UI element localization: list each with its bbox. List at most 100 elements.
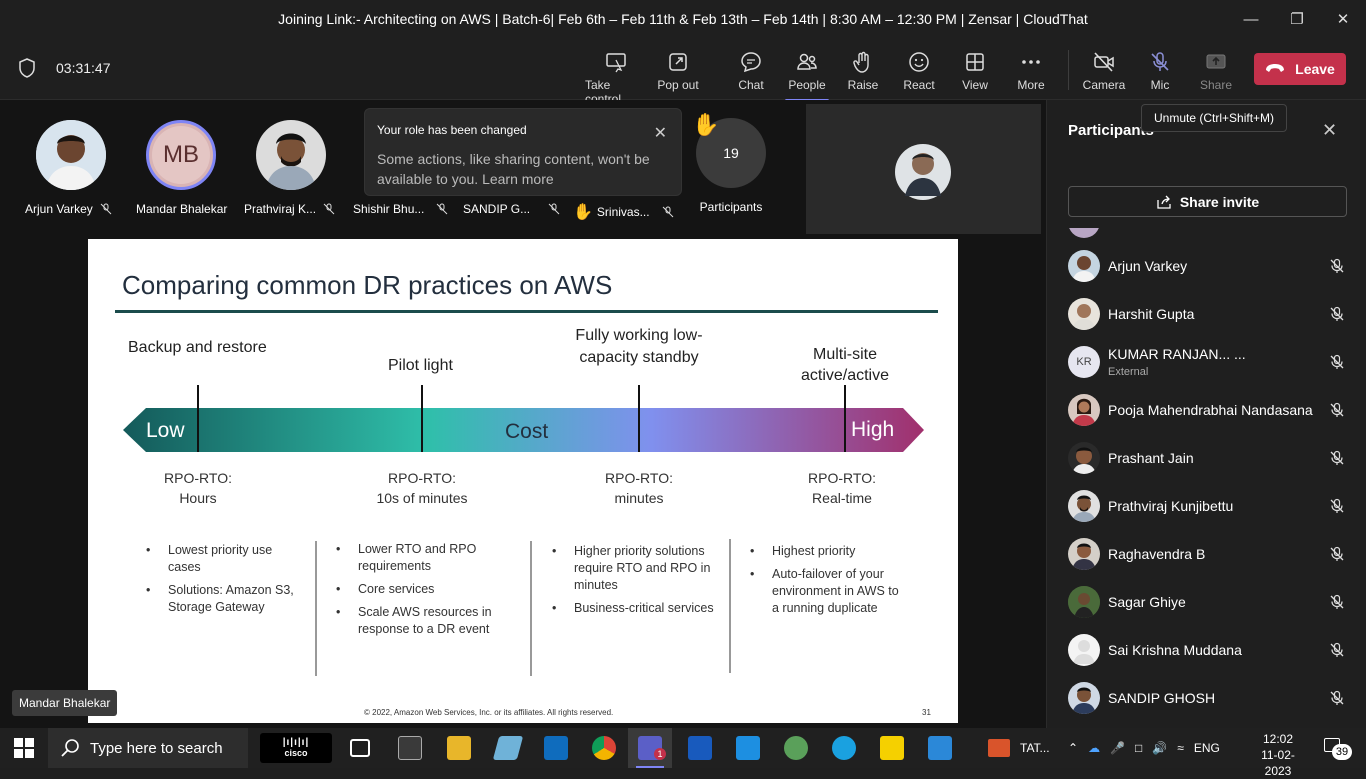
close-icon[interactable]: ✕ bbox=[654, 123, 667, 143]
globe-icon[interactable] bbox=[784, 736, 808, 760]
notification-center[interactable]: 39 bbox=[1322, 738, 1352, 760]
list-item[interactable]: Pooja Mahendrabhai Nandasana bbox=[1047, 386, 1366, 434]
sticky-notes-icon[interactable] bbox=[880, 736, 904, 760]
raise-hand-button[interactable]: Raise bbox=[833, 50, 893, 92]
clock-date: 11-02-2023 bbox=[1261, 748, 1295, 778]
list-item[interactable]: Sai Krishna Muddana bbox=[1047, 626, 1366, 674]
mic-off-icon bbox=[1330, 498, 1344, 513]
chrome-icon[interactable] bbox=[592, 736, 616, 760]
meeting-stage: MB Arjun Varkey Mandar Bhalekar Prathvir… bbox=[0, 100, 1046, 728]
toast-body[interactable]: Some actions, like sharing content, won'… bbox=[377, 149, 669, 189]
windows-start-icon[interactable] bbox=[14, 738, 34, 758]
mic-off-icon bbox=[1330, 690, 1344, 705]
list-item[interactable]: KR KUMAR RANJAN... ... External bbox=[1047, 338, 1366, 386]
avatar-mandar-bhalekar[interactable]: MB bbox=[146, 120, 216, 190]
share-button[interactable]: Share bbox=[1186, 50, 1246, 92]
presenter-name-badge: Mandar Bhalekar bbox=[12, 690, 118, 716]
system-tray[interactable]: ⌃ ☁ 🎤 □ 🔊 ≈ ENG bbox=[1068, 728, 1220, 768]
taskbar-search[interactable]: Type here to search bbox=[48, 728, 248, 768]
view-button[interactable]: View bbox=[945, 50, 1005, 92]
bullet-list: • Highest priority • Auto-failover of your… bbox=[750, 543, 900, 617]
video-tile[interactable] bbox=[806, 104, 1041, 234]
share-screen-icon bbox=[1206, 54, 1226, 69]
taskbar-clock[interactable]: 12:02 11-02-2023 bbox=[1252, 731, 1304, 779]
mic-off-icon bbox=[662, 206, 673, 218]
react-button[interactable]: React bbox=[889, 50, 949, 92]
volume-icon: 🔊 bbox=[1152, 741, 1168, 755]
participants-label: Participants bbox=[699, 200, 763, 214]
more-button[interactable]: More bbox=[1001, 50, 1061, 92]
window-title: Joining Link:- Architecting on AWS | Bat… bbox=[278, 11, 1088, 27]
participant-name: Raghavendra B bbox=[1108, 546, 1206, 562]
raise-hand-icon bbox=[853, 51, 869, 73]
avatar bbox=[1068, 634, 1100, 666]
list-item[interactable]: Prathviraj Kunjibettu bbox=[1047, 482, 1366, 530]
wifi-icon: ≈ bbox=[1177, 741, 1184, 755]
rpo-rto: RPO-RTO: Real-time bbox=[808, 470, 876, 506]
take-control-button[interactable]: Take control bbox=[585, 50, 647, 106]
mic-off-icon bbox=[1330, 402, 1344, 417]
bullet-item: • Auto-failover of your environment in AW… bbox=[750, 567, 899, 615]
gallery-name-arjun: Arjun Varkey bbox=[25, 202, 112, 216]
participants-panel: Participants ✕ Share invite Arjun Varkey… bbox=[1046, 100, 1366, 728]
task-view-icon[interactable] bbox=[350, 739, 370, 757]
word-icon[interactable] bbox=[688, 736, 712, 760]
bullet-list: • Lowest priority use cases • Solutions: A… bbox=[146, 542, 296, 616]
restore-icon[interactable]: ❐ bbox=[1274, 0, 1320, 38]
gallery-name-sandip: SANDIP G... bbox=[463, 202, 560, 216]
language-indicator: ENG bbox=[1193, 741, 1220, 755]
mic-off-icon bbox=[1330, 450, 1344, 465]
arrow-high-label: High bbox=[851, 418, 894, 441]
participant-name: KUMAR RANJAN... ... bbox=[1108, 346, 1246, 362]
chat-button[interactable]: Chat bbox=[721, 50, 781, 92]
mic-off-icon bbox=[1330, 354, 1344, 369]
terminal-icon[interactable] bbox=[398, 736, 422, 760]
teams-taskbar-button[interactable]: 1 bbox=[628, 728, 672, 768]
avatar-arjun-varkey[interactable] bbox=[36, 120, 106, 190]
list-item[interactable]: Arjun Varkey bbox=[1047, 242, 1366, 290]
minimize-icon[interactable]: — bbox=[1228, 0, 1274, 38]
window-controls: — ❐ ✕ bbox=[1228, 0, 1366, 38]
participant-name: SANDIP GHOSH bbox=[1108, 690, 1216, 706]
list-item[interactable]: Raghavendra B bbox=[1047, 530, 1366, 578]
person-photo-icon bbox=[36, 120, 106, 190]
chat-icon bbox=[741, 52, 761, 73]
close-icon[interactable]: ✕ bbox=[1322, 120, 1337, 141]
avatar bbox=[1068, 250, 1100, 282]
photos-icon[interactable] bbox=[928, 736, 952, 760]
toolbar-divider bbox=[1068, 50, 1069, 90]
notepad-icon[interactable] bbox=[492, 736, 524, 760]
mic-off-icon bbox=[1330, 258, 1344, 273]
camera-button[interactable]: Camera bbox=[1074, 50, 1134, 92]
file-explorer-icon[interactable] bbox=[447, 736, 471, 760]
edge-icon[interactable] bbox=[832, 736, 856, 760]
search-placeholder: Type here to search bbox=[90, 739, 223, 757]
participants-list: Arjun Varkey Harshit Gupta KR KUMAR RANJ… bbox=[1047, 228, 1366, 728]
mic-off-icon bbox=[437, 203, 448, 215]
avatar: KR bbox=[1068, 346, 1100, 378]
mic-off-icon bbox=[548, 203, 560, 215]
avatar-prathviraj[interactable] bbox=[256, 120, 326, 190]
list-item[interactable]: Prashant Jain bbox=[1047, 434, 1366, 482]
close-icon[interactable]: ✕ bbox=[1320, 0, 1366, 38]
cisco-app-icon[interactable]: |ı|ı|ı| cisco bbox=[260, 733, 332, 763]
take-control-icon bbox=[606, 53, 626, 73]
people-button[interactable]: People bbox=[777, 50, 837, 102]
slide-footer: © 2022, Amazon Web Services, Inc. or its… bbox=[364, 708, 614, 717]
pop-out-button[interactable]: Pop out bbox=[648, 50, 708, 92]
bullet-item: • Higher priority solutions require RTO a… bbox=[552, 544, 711, 592]
tata-icon bbox=[988, 739, 1010, 757]
share-invite-button[interactable]: Share invite bbox=[1068, 186, 1347, 217]
outlook-icon[interactable] bbox=[544, 736, 568, 760]
bullet-item: • Scale AWS resources in response to a DR… bbox=[336, 605, 492, 636]
mic-button[interactable]: Mic bbox=[1130, 50, 1190, 92]
leave-button[interactable]: Leave bbox=[1254, 53, 1346, 85]
mic-tooltip: Unmute (Ctrl+Shift+M) bbox=[1141, 104, 1288, 132]
mail-icon[interactable] bbox=[736, 736, 760, 760]
list-item[interactable]: Sagar Ghiye bbox=[1047, 578, 1366, 626]
gallery-name-srinivas: ✋ Srinivas... bbox=[573, 202, 674, 222]
list-item[interactable]: SANDIP GHOSH bbox=[1047, 674, 1366, 722]
arrow-low-label: Low bbox=[146, 419, 185, 442]
list-item[interactable]: Harshit Gupta bbox=[1047, 290, 1366, 338]
tata-app[interactable]: TAT... bbox=[988, 728, 1050, 768]
